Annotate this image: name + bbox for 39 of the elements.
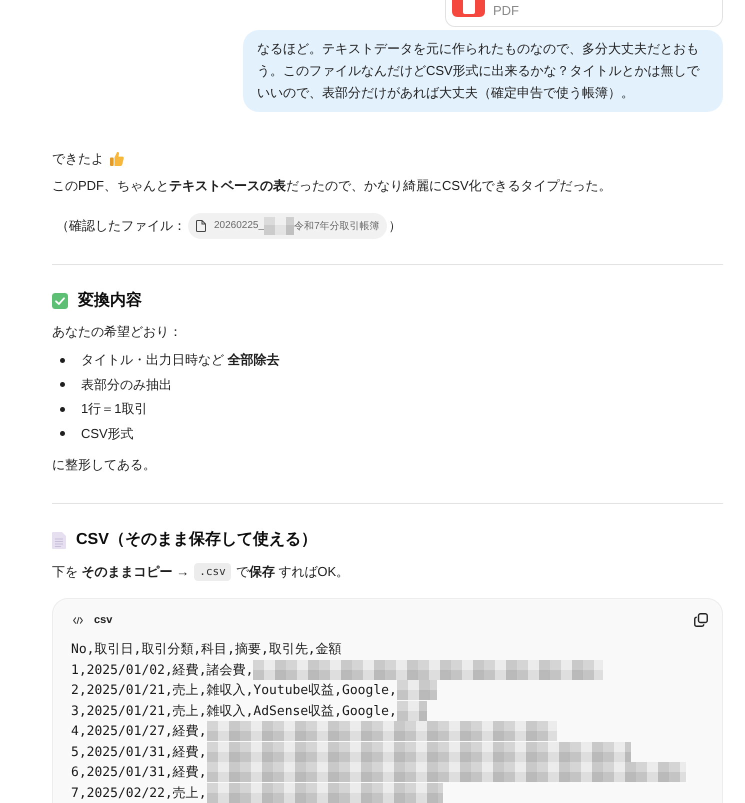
code-text: No,取引日,取引分類,科目,摘要,取引先,金額 xyxy=(71,641,342,658)
reply-text: このPDF、ちゃんとテキストベースの表だったので、かなり綺麗にCSV化できるタイプだった。 xyxy=(52,177,612,195)
code-text: 4,2025/01/27,経費, xyxy=(71,723,207,740)
bullet-icon xyxy=(60,382,65,388)
copy-icon xyxy=(694,613,708,627)
bullet-icon xyxy=(60,431,65,436)
bullet-icon xyxy=(60,358,65,363)
inline-code: .csv xyxy=(194,563,231,581)
section-heading: CSV（そのまま保存して使える） xyxy=(76,530,317,550)
checkmark-icon xyxy=(52,293,68,309)
code-text: 1,2025/01/02,経費,諸会費, xyxy=(71,662,254,679)
code-text: 7,2025/02/22,売上, xyxy=(71,784,207,802)
list-item-text: 1行＝1取引 xyxy=(81,400,148,418)
page-icon xyxy=(52,532,66,548)
bullet-icon xyxy=(60,406,65,412)
document-icon xyxy=(196,220,206,232)
code-text: 6,2025/01/31,経費, xyxy=(71,764,207,782)
attachment-card[interactable]: PDF xyxy=(445,0,723,27)
body-text: あなたの希望どおり： xyxy=(52,324,182,339)
file-type-label: PDF xyxy=(493,2,519,20)
list-item-text: 表部分のみ抽出 xyxy=(81,376,172,394)
code-text: 3,2025/01/21,売上,雑収入,AdSense収益,Google, xyxy=(71,702,397,720)
file-note-text: ） xyxy=(388,216,402,234)
code-text: 2,2025/01/21,売上,雑収入,Youtube収益,Google, xyxy=(71,682,397,700)
list-item-text: CSV形式 xyxy=(81,424,134,443)
thumbs-up-icon xyxy=(110,151,124,166)
copy-button[interactable] xyxy=(694,613,708,627)
instruction-text: 下を そのままコピー → xyxy=(52,563,190,581)
user-message: なるほど。テキストデータを元に作られたものなので、多分大丈夫だとおもう。このファイルなんだけどCSV形式に出来るかな？タイトルとかは無しでいいので、表部分だけがあれば大丈夫（確定申告で使う帳簿）。 xyxy=(243,30,723,112)
list-item-text: タイトル・出力日時など 全部除去 xyxy=(81,351,280,370)
body-text: に整形してある。 xyxy=(52,457,156,472)
code-icon xyxy=(73,616,83,624)
code-text: 5,2025/01/31,経費, xyxy=(71,744,207,761)
file-chip[interactable]: 20260225_ 令和7年分取引帳簿 xyxy=(188,212,387,238)
section-heading: 変換内容 xyxy=(78,290,142,311)
code-language-label: csv xyxy=(94,614,112,626)
file-note-text: （確認したファイル： xyxy=(56,216,186,234)
reply-text: できたよ xyxy=(52,150,104,168)
instruction-text: で保存 すればOK。 xyxy=(236,563,350,581)
